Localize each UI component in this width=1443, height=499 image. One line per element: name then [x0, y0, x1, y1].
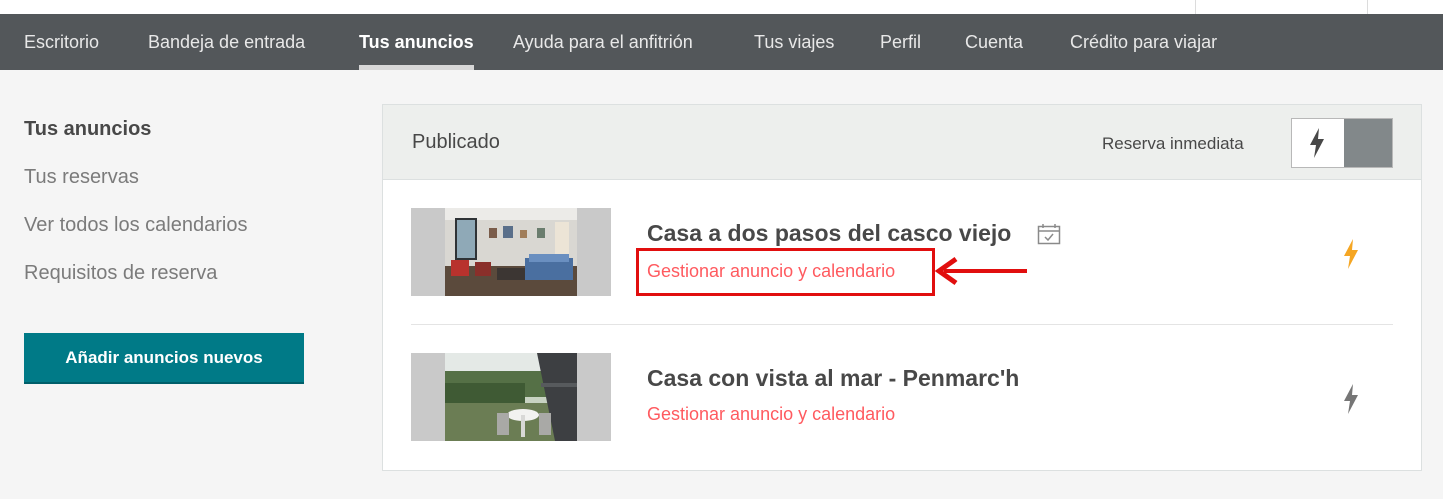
main-navigation: Escritorio Bandeja de entrada Tus anunci…: [0, 14, 1443, 70]
header-divider: [1195, 0, 1196, 14]
top-header-strip: [0, 0, 1443, 14]
listing-title[interactable]: Casa a dos pasos del casco viejo: [647, 220, 1011, 247]
manage-listing-link[interactable]: Gestionar anuncio y calendario: [647, 404, 895, 425]
nav-item-perfil[interactable]: Perfil: [880, 14, 921, 70]
listings-panel: Publicado Reserva inmediata Casa a dos p…: [382, 104, 1422, 471]
nav-item-credito-viajar[interactable]: Crédito para viajar: [1070, 14, 1217, 70]
sea-view-terrace-photo: [445, 353, 577, 441]
panel-header: Publicado Reserva inmediata: [383, 105, 1421, 180]
calendar-check-icon: [1037, 224, 1061, 245]
manage-listing-link[interactable]: Gestionar anuncio y calendario: [647, 261, 895, 282]
instant-book-toggle[interactable]: [1291, 118, 1393, 168]
lightning-bolt-icon: [1310, 128, 1324, 158]
toggle-track: [1344, 119, 1392, 167]
sidebar-item-tus-anuncios[interactable]: Tus anuncios: [24, 118, 151, 141]
sidebar-item-ver-calendarios[interactable]: Ver todos los calendarios: [24, 214, 247, 237]
sidebar-item-requisitos-reserva[interactable]: Requisitos de reserva: [24, 262, 217, 285]
nav-item-cuenta[interactable]: Cuenta: [965, 14, 1023, 70]
listing-thumbnail[interactable]: [411, 208, 611, 296]
panel-title: Publicado: [412, 131, 500, 153]
nav-item-escritorio[interactable]: Escritorio: [24, 14, 99, 70]
listing-thumbnail[interactable]: [411, 353, 611, 441]
nav-item-tus-viajes[interactable]: Tus viajes: [754, 14, 834, 70]
add-listings-button[interactable]: Añadir anuncios nuevos: [24, 333, 304, 384]
lightning-bolt-icon: [1344, 384, 1358, 414]
nav-item-tus-anuncios[interactable]: Tus anuncios: [359, 14, 474, 70]
toggle-knob: [1292, 119, 1344, 167]
nav-item-ayuda-anfitrion[interactable]: Ayuda para el anfitrión: [513, 14, 693, 70]
nav-item-bandeja-de-entrada[interactable]: Bandeja de entrada: [148, 14, 305, 70]
listing-title[interactable]: Casa con vista al mar - Penmarc'h: [647, 365, 1019, 392]
living-room-photo: [445, 208, 577, 296]
instant-book-label: Reserva inmediata: [1102, 134, 1244, 153]
sidebar-item-tus-reservas[interactable]: Tus reservas: [24, 166, 139, 189]
row-divider: [411, 324, 1393, 325]
lightning-bolt-icon: [1344, 239, 1358, 269]
header-divider: [1367, 0, 1368, 14]
annotation-arrow-icon: [934, 256, 1027, 286]
